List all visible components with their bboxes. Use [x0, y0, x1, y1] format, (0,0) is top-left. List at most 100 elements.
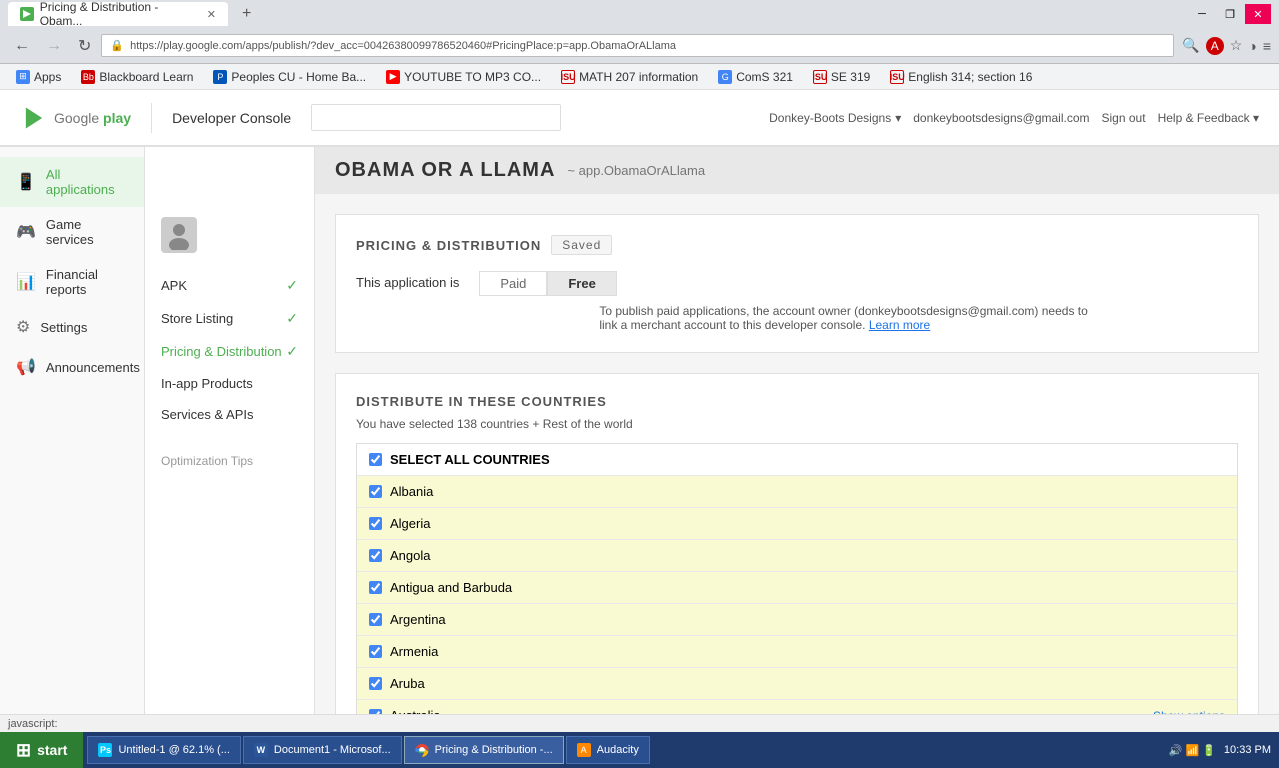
abp-icon[interactable]: A: [1206, 37, 1224, 55]
account-arrow-icon: ▾: [895, 111, 901, 125]
yt-favicon: ▶: [386, 70, 400, 84]
theme-icon[interactable]: ◑: [1248, 38, 1256, 54]
country-row-angola[interactable]: Angola: [357, 540, 1237, 572]
bookmark-bb-label: Blackboard Learn: [99, 70, 193, 84]
bookmark-blackboard[interactable]: Bb Blackboard Learn: [73, 68, 201, 86]
photoshop-icon: Ps: [98, 743, 112, 757]
sub-nav-pricing[interactable]: Pricing & Distribution ✓: [145, 335, 314, 368]
learn-more-link[interactable]: Learn more: [869, 318, 930, 332]
bookmark-se[interactable]: ISU SE 319: [805, 68, 878, 86]
sidebar-item-settings[interactable]: ⚙ Settings: [0, 307, 144, 347]
bookmark-apps[interactable]: ⊞ Apps: [8, 68, 69, 86]
app-header: OBAMA OR A LLAMA ~ app.ObamaOrALlama: [315, 147, 1279, 194]
country-argentina-left: Argentina: [369, 612, 446, 627]
close-tab-button[interactable]: ✕: [207, 8, 216, 21]
gp-body: 📱 All applications 🎮 Game services 📊 Fin…: [0, 147, 1279, 768]
help-button[interactable]: Help & Feedback ▾: [1158, 111, 1259, 125]
aruba-checkbox[interactable]: [369, 677, 382, 690]
bookmark-english-label: English 314; section 16: [908, 70, 1032, 84]
lock-icon: 🔒: [110, 39, 124, 52]
sidebar-item-applications[interactable]: 📱 All applications: [0, 157, 144, 207]
account-dropdown[interactable]: Donkey-Boots Designs ▾: [769, 111, 901, 125]
taskbar-item-audacity[interactable]: A Audacity: [566, 736, 650, 764]
sidebar-item-game-services[interactable]: 🎮 Game services: [0, 207, 144, 257]
paid-button[interactable]: Paid: [479, 271, 547, 296]
nav-bar: ← → ↻ 🔒 https://play.google.com/apps/pub…: [0, 28, 1279, 64]
pricing-row: This application is Paid Free To publish…: [356, 271, 1238, 332]
refresh-button[interactable]: ↻: [72, 34, 97, 58]
sub-sidebar: APK ✓ Store Listing ✓ Pricing & Distribu…: [145, 147, 315, 768]
bookmarks-bar: ⊞ Apps Bb Blackboard Learn P Peoples CU …: [0, 64, 1279, 90]
announcements-icon: 📢: [16, 357, 36, 377]
new-tab-button[interactable]: +: [234, 5, 259, 23]
applications-icon: 📱: [16, 172, 36, 192]
country-row-albania[interactable]: Albania: [357, 476, 1237, 508]
photoshop-label: Untitled-1 @ 62.1% (...: [118, 744, 229, 756]
help-arrow-icon: ▾: [1253, 111, 1259, 125]
country-row-argentina[interactable]: Argentina: [357, 604, 1237, 636]
bookmark-math-label: MATH 207 information: [579, 70, 698, 84]
sub-nav-store-listing[interactable]: Store Listing ✓: [145, 302, 314, 335]
sub-nav-services[interactable]: Services & APIs: [145, 399, 314, 430]
algeria-checkbox[interactable]: [369, 517, 382, 530]
armenia-checkbox[interactable]: [369, 645, 382, 658]
minimize-button[interactable]: ─: [1189, 4, 1215, 24]
country-row-antigua[interactable]: Antigua and Barbuda: [357, 572, 1237, 604]
start-button[interactable]: ⊞ start: [0, 732, 83, 768]
signout-button[interactable]: Sign out: [1102, 111, 1146, 125]
select-all-checkbox[interactable]: [369, 453, 382, 466]
avatar-image: [164, 220, 194, 250]
forward-button[interactable]: →: [40, 35, 68, 57]
app-title: OBAMA OR A LLAMA: [335, 159, 555, 182]
address-bar[interactable]: 🔒 https://play.google.com/apps/publish/?…: [101, 34, 1174, 57]
bookmark-coms-label: ComS 321: [736, 70, 793, 84]
math-favicon: ISU: [561, 70, 575, 84]
bookmark-english[interactable]: ISU English 314; section 16: [882, 68, 1040, 86]
antigua-checkbox[interactable]: [369, 581, 382, 594]
app-id: ~ app.ObamaOrALlama: [567, 163, 705, 178]
argentina-checkbox[interactable]: [369, 613, 382, 626]
taskbar-item-photoshop[interactable]: Ps Untitled-1 @ 62.1% (...: [87, 736, 240, 764]
account-email: donkeybootsdesigns@gmail.com: [913, 111, 1089, 125]
angola-label: Angola: [390, 548, 430, 563]
close-window-button[interactable]: ✕: [1245, 4, 1271, 24]
sidebar-applications-label: All applications: [46, 167, 128, 197]
sub-nav-inapp[interactable]: In-app Products: [145, 368, 314, 399]
country-angola-left: Angola: [369, 548, 430, 563]
albania-checkbox[interactable]: [369, 485, 382, 498]
avatar: [161, 217, 197, 253]
bookmark-math[interactable]: ISU MATH 207 information: [553, 68, 706, 86]
countries-title: DISTRIBUTE IN THESE COUNTRIES: [356, 394, 1238, 409]
sub-nav-services-label: Services & APIs: [161, 407, 253, 422]
search-icon[interactable]: 🔍: [1182, 37, 1199, 54]
search-input[interactable]: [311, 104, 561, 131]
taskbar-item-word[interactable]: W Document1 - Microsof...: [243, 736, 402, 764]
angola-checkbox[interactable]: [369, 549, 382, 562]
country-row-algeria[interactable]: Algeria: [357, 508, 1237, 540]
browser-tab[interactable]: Pricing & Distribution - Obam... ✕: [8, 2, 228, 26]
free-button[interactable]: Free: [547, 271, 616, 296]
sidebar-item-announcements[interactable]: 📢 Announcements: [0, 347, 144, 387]
sub-nav-pricing-label: Pricing & Distribution: [161, 344, 282, 359]
console-title: Developer Console: [172, 110, 291, 126]
bookmark-youtube[interactable]: ▶ YOUTUBE TO MP3 CO...: [378, 68, 549, 86]
sub-nav-apk[interactable]: APK ✓: [145, 269, 314, 302]
back-button[interactable]: ←: [8, 35, 36, 57]
country-row-armenia[interactable]: Armenia: [357, 636, 1237, 668]
select-all-row[interactable]: SELECT ALL COUNTRIES: [357, 444, 1237, 476]
gp-logo[interactable]: Google play: [20, 104, 131, 132]
pricing-buttons: Paid Free: [479, 271, 1099, 296]
star-icon[interactable]: ☆: [1230, 37, 1243, 54]
coms-favicon: G: [718, 70, 732, 84]
bookmark-peoples[interactable]: P Peoples CU - Home Ba...: [205, 68, 374, 86]
maximize-button[interactable]: ❐: [1217, 4, 1243, 24]
taskbar-item-chrome[interactable]: Pricing & Distribution -...: [404, 736, 564, 764]
country-row-aruba[interactable]: Aruba: [357, 668, 1237, 700]
sidebar-item-financial-reports[interactable]: 📊 Financial reports: [0, 257, 144, 307]
pricing-section: PRICING & DISTRIBUTION Saved This applic…: [335, 214, 1259, 353]
menu-icon[interactable]: ≡: [1263, 38, 1271, 54]
bookmark-coms[interactable]: G ComS 321: [710, 68, 801, 86]
audacity-icon: A: [577, 743, 591, 757]
bb-favicon: Bb: [81, 70, 95, 84]
sub-nav-apk-label: APK: [161, 278, 187, 293]
